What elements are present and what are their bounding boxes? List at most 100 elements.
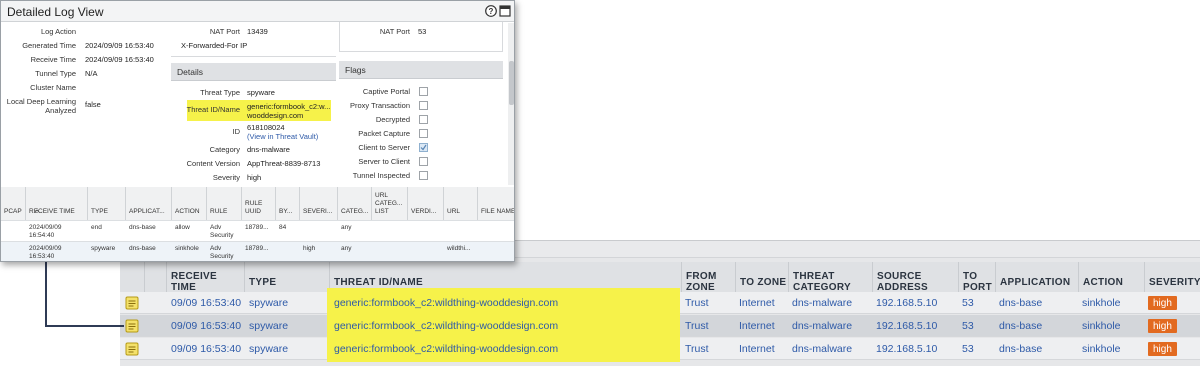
cell-application[interactable]: dns-base [999,338,1042,360]
packet-capture-checkbox [419,129,428,138]
cell-to-zone[interactable]: Internet [739,338,775,360]
log-detail-icon[interactable] [125,342,139,356]
field-label: Generated Time [22,41,76,50]
field-label: NAT Port [209,27,240,36]
flag-label: Server to Client [358,157,410,166]
related-log-row[interactable]: 2024/09/09 16:54:40 end dns-base allow A… [1,220,514,241]
dialog-scrollbar-thumb[interactable] [509,61,514,105]
cell-action[interactable]: sinkhole [1082,315,1121,337]
cell-application[interactable]: dns-base [999,315,1042,337]
cell-from-zone[interactable]: Trust [685,338,709,360]
severity-badge: high [1148,319,1177,333]
cell-to-zone[interactable]: Internet [739,315,775,337]
log-detail-icon[interactable] [125,296,139,310]
mini-header[interactable]: FILE NAME [477,187,514,220]
field-label: Severity [212,173,240,182]
captive-portal-checkbox [419,87,428,96]
cell-to-port[interactable]: 53 [962,338,974,360]
field-label: Category [209,145,240,154]
mini-header[interactable]: URL CATEG... LIST [371,187,407,220]
flag-label: Proxy Transaction [349,101,410,110]
tunnel-inspected-checkbox [419,171,428,180]
mini-cell-rule: Adv Security [210,245,234,260]
severity-badge: high [1148,296,1177,310]
cell-to-zone[interactable]: Internet [739,292,775,314]
cell-threat-name[interactable]: generic:formbook_c2:wildthing-wooddesign… [334,292,558,314]
cell-receive-time[interactable]: 09/09 16:53:40 [171,315,241,337]
mini-header[interactable]: APPLICAT... [125,187,171,220]
cell-action[interactable]: sinkhole [1082,292,1121,314]
flags-section-header: Flags [339,61,503,79]
mini-cell-app: dns-base [129,224,156,231]
flag-label: Captive Portal [362,87,410,96]
cell-source-address[interactable]: 192.168.5.10 [876,315,937,337]
cell-from-zone[interactable]: Trust [685,292,709,314]
cell-from-zone[interactable]: Trust [685,315,709,337]
mini-header[interactable]: PCAP [1,187,25,220]
field-label: Threat Type [200,88,240,97]
field-label: ID [232,127,241,136]
proxy-transaction-checkbox [419,101,428,110]
mini-header[interactable]: TYPE [87,187,125,220]
mini-header[interactable]: RECEIVE TIME [25,187,87,220]
cell-application[interactable]: dns-base [999,292,1042,314]
mini-header[interactable]: VERDI... [407,187,443,220]
cell-type[interactable]: spyware [249,315,288,337]
cell-threat-name[interactable]: generic:formbook_c2:wildthing-wooddesign… [334,315,558,337]
maximize-icon[interactable] [499,5,511,17]
table-row[interactable]: 09/09 16:53:40 spyware generic:formbook_… [120,336,1200,362]
field-label: Cluster Name [30,83,76,92]
mini-header[interactable]: ACTION [171,187,206,220]
mini-header[interactable]: SEVERI... [299,187,337,220]
related-log-row[interactable]: 2024/09/09 16:53:40 spyware dns-base sin… [1,241,514,261]
nat-port-value: 13439 [247,27,268,36]
field-label: Tunnel Type [35,69,76,78]
cell-receive-time[interactable]: 09/09 16:53:40 [171,338,241,360]
server-to-client-checkbox [419,157,428,166]
mini-header[interactable]: CATEG... [337,187,371,220]
cell-to-port[interactable]: 53 [962,315,974,337]
mini-header[interactable]: RULE UUID [241,187,275,220]
table-row[interactable]: 09/09 16:53:40 spyware generic:formbook_… [120,313,1200,339]
cell-threat-category[interactable]: dns-malware [792,338,852,360]
table-row[interactable]: 09/09 16:53:40 spyware generic:formbook_… [120,288,1200,318]
mini-cell-rule: Adv Security [210,224,234,239]
cell-type[interactable]: spyware [249,292,288,314]
decrypted-checkbox [419,115,428,124]
sort-ascending-icon[interactable] [34,209,40,213]
cell-type[interactable]: spyware [249,338,288,360]
cell-threat-name[interactable]: generic:formbook_c2:wildthing-wooddesign… [334,338,558,360]
field-label: Receive Time [30,55,76,64]
threat-id-value[interactable]: generic:formbook_c2:w... wooddesign.com [247,102,331,120]
cell-action[interactable]: sinkhole [1082,338,1121,360]
mini-cell-time: 2024/09/09 16:53:40 [29,245,62,260]
cell-source-address[interactable]: 192.168.5.10 [876,292,937,314]
mini-header[interactable]: BY... [275,187,299,220]
field-label: Content Version [186,159,240,168]
mini-cell-url: wildthi... [447,245,471,252]
help-icon[interactable]: ? [485,5,497,17]
mini-cell-type: spyware [91,245,116,252]
dest-nat-port-value: 53 [418,27,427,36]
field-label: NAT Port [379,27,410,36]
details-section-header: Details [171,63,336,81]
receive-time-value: 2024/09/09 16:53:40 [85,55,154,64]
mini-cell-action: allow [175,224,190,231]
log-detail-icon[interactable] [125,319,139,333]
cell-source-address[interactable]: 192.168.5.10 [876,338,937,360]
mini-header[interactable]: URL [443,187,477,220]
field-label: X-Forwarded-For IP [181,41,248,50]
severity-badge: high [1148,342,1177,356]
cell-receive-time[interactable]: 09/09 16:53:40 [171,292,241,314]
view-in-threat-vault-link[interactable]: (View in Threat Vault) [247,132,327,141]
cell-threat-category[interactable]: dns-malware [792,315,852,337]
cell-threat-category[interactable]: dns-malware [792,292,852,314]
cell-to-port[interactable]: 53 [962,292,974,314]
flag-label: Decrypted [375,115,410,124]
field-label: Log Action [40,27,76,36]
mini-header[interactable]: RULE [206,187,241,220]
field-label: Threat ID/Name [186,105,240,114]
mini-cell-action: sinkhole [175,245,199,252]
category-value: dns-malware [247,145,290,154]
threat-id-number: 618108024 [247,123,285,132]
